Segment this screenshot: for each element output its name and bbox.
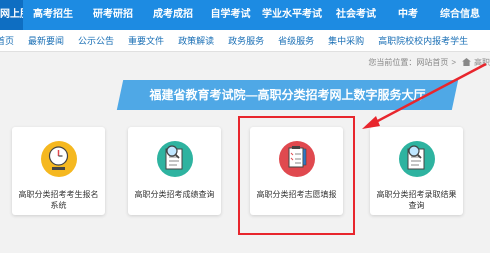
page: 网上服务 高考招生 研考研招 成考成招 自学考试 学业水平考试 社会考试 中考 … (0, 0, 490, 253)
red-arrow-icon (362, 62, 487, 129)
